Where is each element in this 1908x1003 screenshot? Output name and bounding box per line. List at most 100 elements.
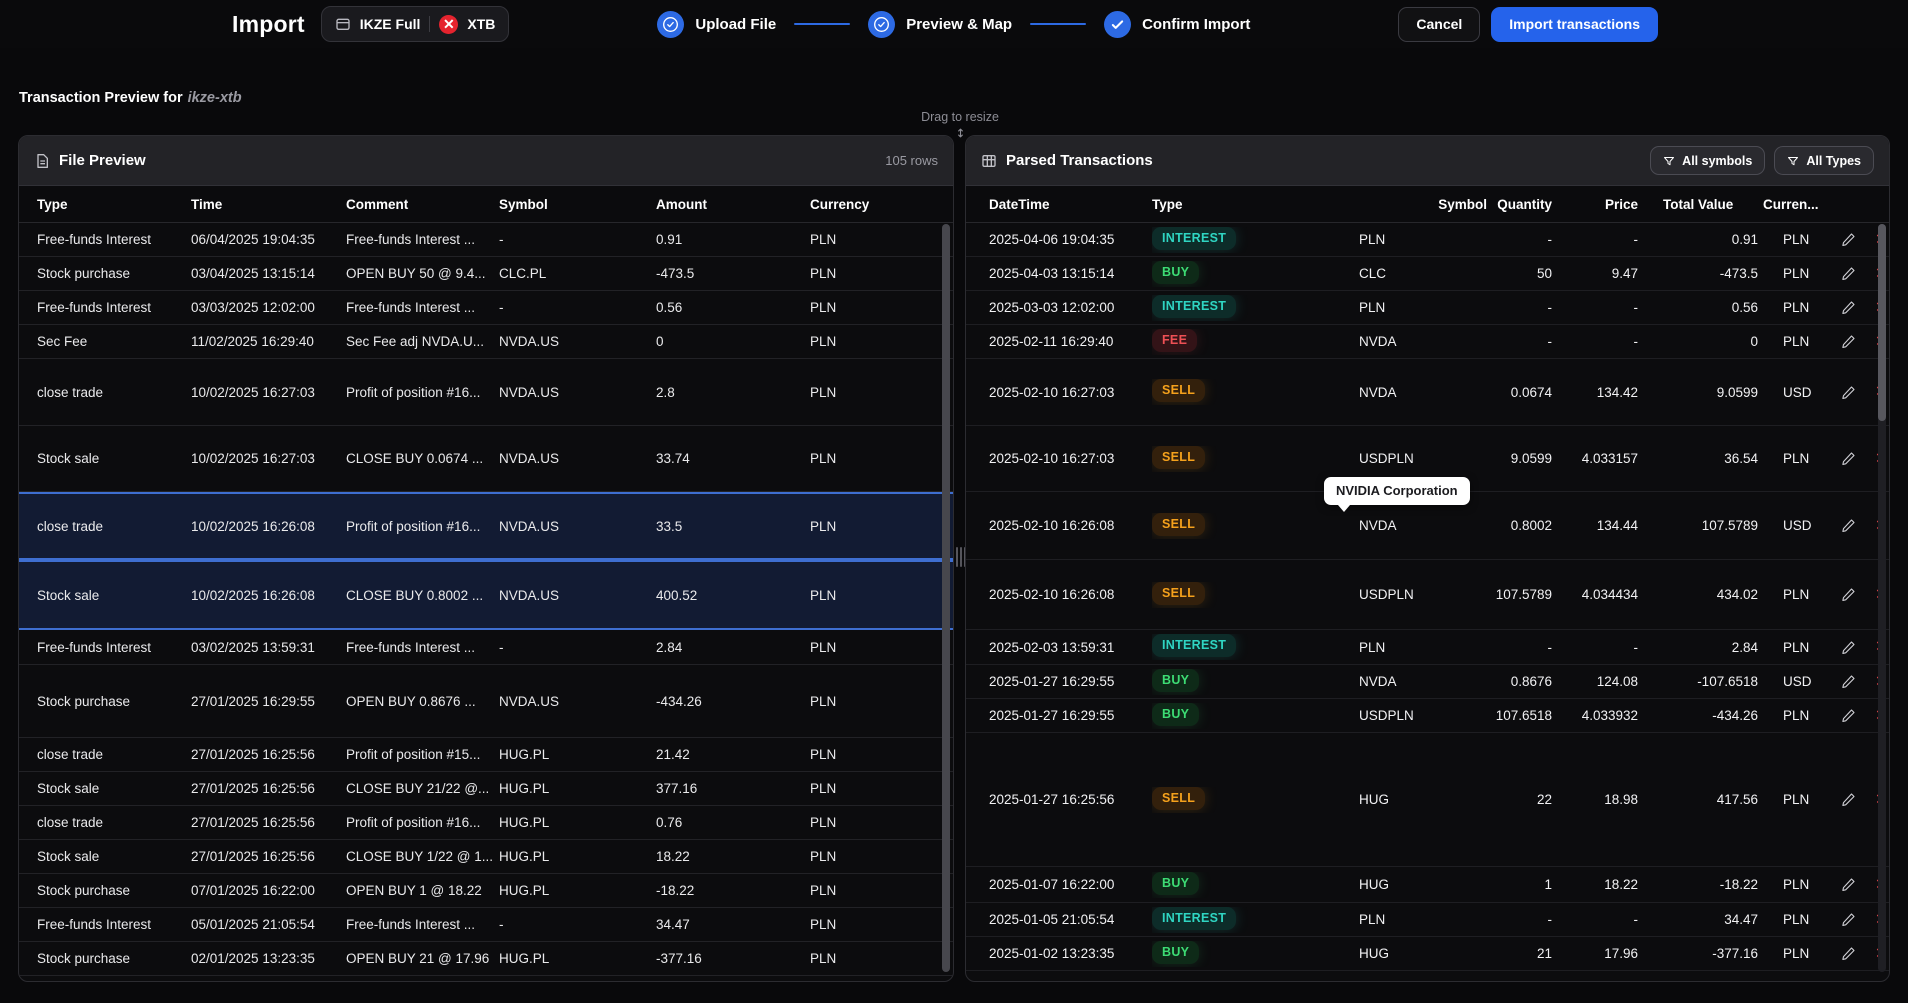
cell-symbol: NVDA.US xyxy=(499,694,656,709)
type-badge: INTEREST xyxy=(1152,227,1236,250)
cell-comment: CLOSE BUY 21/22 @... xyxy=(346,781,499,796)
cell-currency: PLN xyxy=(810,519,953,534)
file-row[interactable]: close trade 10/02/2025 16:27:03 Profit o… xyxy=(19,359,953,426)
preview-heading-text: Transaction Preview for xyxy=(19,90,183,106)
edit-row-button[interactable] xyxy=(1841,708,1856,723)
type-badge: INTEREST xyxy=(1152,634,1236,657)
cell-total-value: 0 xyxy=(1643,334,1763,349)
file-preview-scrollbar[interactable] xyxy=(942,224,950,972)
import-transactions-button[interactable]: Import transactions xyxy=(1491,7,1658,42)
cell-time: 03/02/2025 13:59:31 xyxy=(191,640,346,655)
parsed-row[interactable]: 2025-02-10 16:26:08 SELL USDPLN 107.5789… xyxy=(966,560,1889,630)
file-row[interactable]: close trade 27/01/2025 16:25:56 Profit o… xyxy=(19,806,953,840)
cell-type: Free-funds Interest xyxy=(37,232,191,247)
cell-total-value: -107.6518 xyxy=(1643,674,1763,689)
file-row[interactable]: Sec Fee 11/02/2025 16:29:40 Sec Fee adj … xyxy=(19,325,953,359)
filter-all-symbols-button[interactable]: All symbols xyxy=(1650,146,1765,175)
stepper-step[interactable]: Upload File xyxy=(657,11,868,38)
edit-row-button[interactable] xyxy=(1841,674,1856,689)
file-row[interactable]: Free-funds Interest 05/01/2025 21:05:54 … xyxy=(19,908,953,942)
account-badge[interactable]: IKZE Full ✕ XTB xyxy=(321,6,510,42)
cell-amount: -434.26 xyxy=(656,694,810,709)
parsed-row[interactable]: 2025-01-27 16:29:55 BUY USDPLN 107.6518 … xyxy=(966,699,1889,733)
edit-row-button[interactable] xyxy=(1841,451,1856,466)
step-label: Upload File xyxy=(695,16,776,33)
type-badge: FEE xyxy=(1152,329,1197,352)
edit-row-button[interactable] xyxy=(1841,232,1856,247)
file-row[interactable]: Stock purchase 07/01/2025 16:22:00 OPEN … xyxy=(19,874,953,908)
edit-row-button[interactable] xyxy=(1841,640,1856,655)
column-header: Quantity xyxy=(1492,197,1557,212)
cell-time: 03/03/2025 12:02:00 xyxy=(191,300,346,315)
file-row[interactable]: Free-funds Interest 03/03/2025 12:02:00 … xyxy=(19,291,953,325)
file-row[interactable]: Free-funds Interest 06/04/2025 19:04:35 … xyxy=(19,223,953,257)
cell-time: 27/01/2025 16:25:56 xyxy=(191,849,346,864)
cell-currency: PLN xyxy=(810,815,953,830)
cell-amount: 21.42 xyxy=(656,747,810,762)
parsed-row[interactable]: 2025-03-03 12:02:00 INTEREST PLN - - 0.5… xyxy=(966,291,1889,325)
cell-currency: PLN xyxy=(1763,792,1833,807)
cell-amount: 33.74 xyxy=(656,451,810,466)
file-row[interactable]: close trade 27/01/2025 16:25:56 Profit o… xyxy=(19,738,953,772)
stepper-step[interactable]: Preview & Map xyxy=(868,11,1104,38)
parsed-row[interactable]: 2025-04-03 13:15:14 BUY CLC 50 9.47 -473… xyxy=(966,257,1889,291)
parsed-row[interactable]: 2025-01-05 21:05:54 INTEREST PLN - - 34.… xyxy=(966,903,1889,937)
cell-quantity: - xyxy=(1492,232,1557,247)
cell-price: - xyxy=(1557,912,1643,927)
cell-total-value: -377.16 xyxy=(1643,946,1763,961)
cell-currency: PLN xyxy=(810,747,953,762)
edit-row-button[interactable] xyxy=(1841,946,1856,961)
cell-currency: PLN xyxy=(1763,877,1833,892)
stepper-step[interactable]: Confirm Import xyxy=(1104,11,1250,38)
cell-amount: 0 xyxy=(656,334,810,349)
type-badge: BUY xyxy=(1152,669,1199,692)
cell-comment: Free-funds Interest ... xyxy=(346,640,499,655)
edit-row-button[interactable] xyxy=(1841,300,1856,315)
transaction-preview-heading: Transaction Preview forikze-xtb xyxy=(19,90,242,106)
filter-all-types-button[interactable]: All Types xyxy=(1774,146,1874,175)
pencil-icon xyxy=(1841,232,1856,247)
cell-currency: PLN xyxy=(810,300,953,315)
cell-price: 124.08 xyxy=(1557,674,1643,689)
drag-hint-label: Drag to resize xyxy=(921,110,999,124)
column-header: Symbol xyxy=(499,197,656,212)
parsed-row[interactable]: 2025-01-27 16:25:56 SELL HUG 22 18.98 41… xyxy=(966,733,1889,867)
filter-symbols-label: All symbols xyxy=(1682,154,1752,168)
parsed-row[interactable]: 2025-01-27 16:29:55 BUY NVDA 0.8676 124.… xyxy=(966,665,1889,699)
panel-resize-divider[interactable] xyxy=(954,135,965,982)
file-row[interactable]: Stock sale 27/01/2025 16:25:56 CLOSE BUY… xyxy=(19,840,953,874)
cell-amount: 33.5 xyxy=(656,519,810,534)
file-row[interactable]: close trade 10/02/2025 16:26:08 Profit o… xyxy=(19,492,953,560)
cell-datetime: 2025-01-27 16:29:55 xyxy=(989,708,1152,723)
parsed-scrollbar-thumb[interactable] xyxy=(1878,224,1886,421)
parsed-row[interactable]: 2025-01-07 16:22:00 BUY HUG 1 18.22 -18.… xyxy=(966,867,1889,903)
parsed-row[interactable]: 2025-02-11 16:29:40 FEE NVDA - - 0 PLN ✕ xyxy=(966,325,1889,359)
file-row[interactable]: Stock purchase 02/01/2025 13:23:35 OPEN … xyxy=(19,942,953,976)
file-row[interactable]: Free-funds Interest 03/02/2025 13:59:31 … xyxy=(19,630,953,665)
edit-row-button[interactable] xyxy=(1841,912,1856,927)
parsed-row[interactable]: 2025-02-03 13:59:31 INTEREST PLN - - 2.8… xyxy=(966,630,1889,665)
type-badge: SELL xyxy=(1152,787,1205,810)
cell-type: close trade xyxy=(37,815,191,830)
file-row[interactable]: Stock sale 27/01/2025 16:25:56 CLOSE BUY… xyxy=(19,772,953,806)
edit-row-button[interactable] xyxy=(1841,792,1856,807)
parsed-row[interactable]: 2025-04-06 19:04:35 INTEREST PLN - - 0.9… xyxy=(966,223,1889,257)
edit-row-button[interactable] xyxy=(1841,334,1856,349)
pencil-icon xyxy=(1841,587,1856,602)
edit-row-button[interactable] xyxy=(1841,877,1856,892)
parsed-scrollbar-track[interactable] xyxy=(1878,224,1886,972)
edit-row-button[interactable] xyxy=(1841,385,1856,400)
edit-row-button[interactable] xyxy=(1841,518,1856,533)
file-row[interactable]: Stock sale 10/02/2025 16:27:03 CLOSE BUY… xyxy=(19,426,953,492)
parsed-row[interactable]: 2025-01-02 13:23:35 BUY HUG 21 17.96 -37… xyxy=(966,937,1889,971)
file-row[interactable]: Stock sale 10/02/2025 16:26:08 CLOSE BUY… xyxy=(19,560,953,630)
edit-row-button[interactable] xyxy=(1841,587,1856,602)
edit-row-button[interactable] xyxy=(1841,266,1856,281)
parsed-row[interactable]: 2025-02-10 16:27:03 SELL NVDA 0.0674 134… xyxy=(966,359,1889,426)
file-row[interactable]: Stock purchase 27/01/2025 16:29:55 OPEN … xyxy=(19,665,953,738)
cancel-button[interactable]: Cancel xyxy=(1398,7,1480,42)
cell-symbol: NVDA xyxy=(1359,674,1492,689)
file-row[interactable]: Stock purchase 03/04/2025 13:15:14 OPEN … xyxy=(19,257,953,291)
column-header: Comment xyxy=(346,197,499,212)
cell-currency: PLN xyxy=(1763,334,1833,349)
